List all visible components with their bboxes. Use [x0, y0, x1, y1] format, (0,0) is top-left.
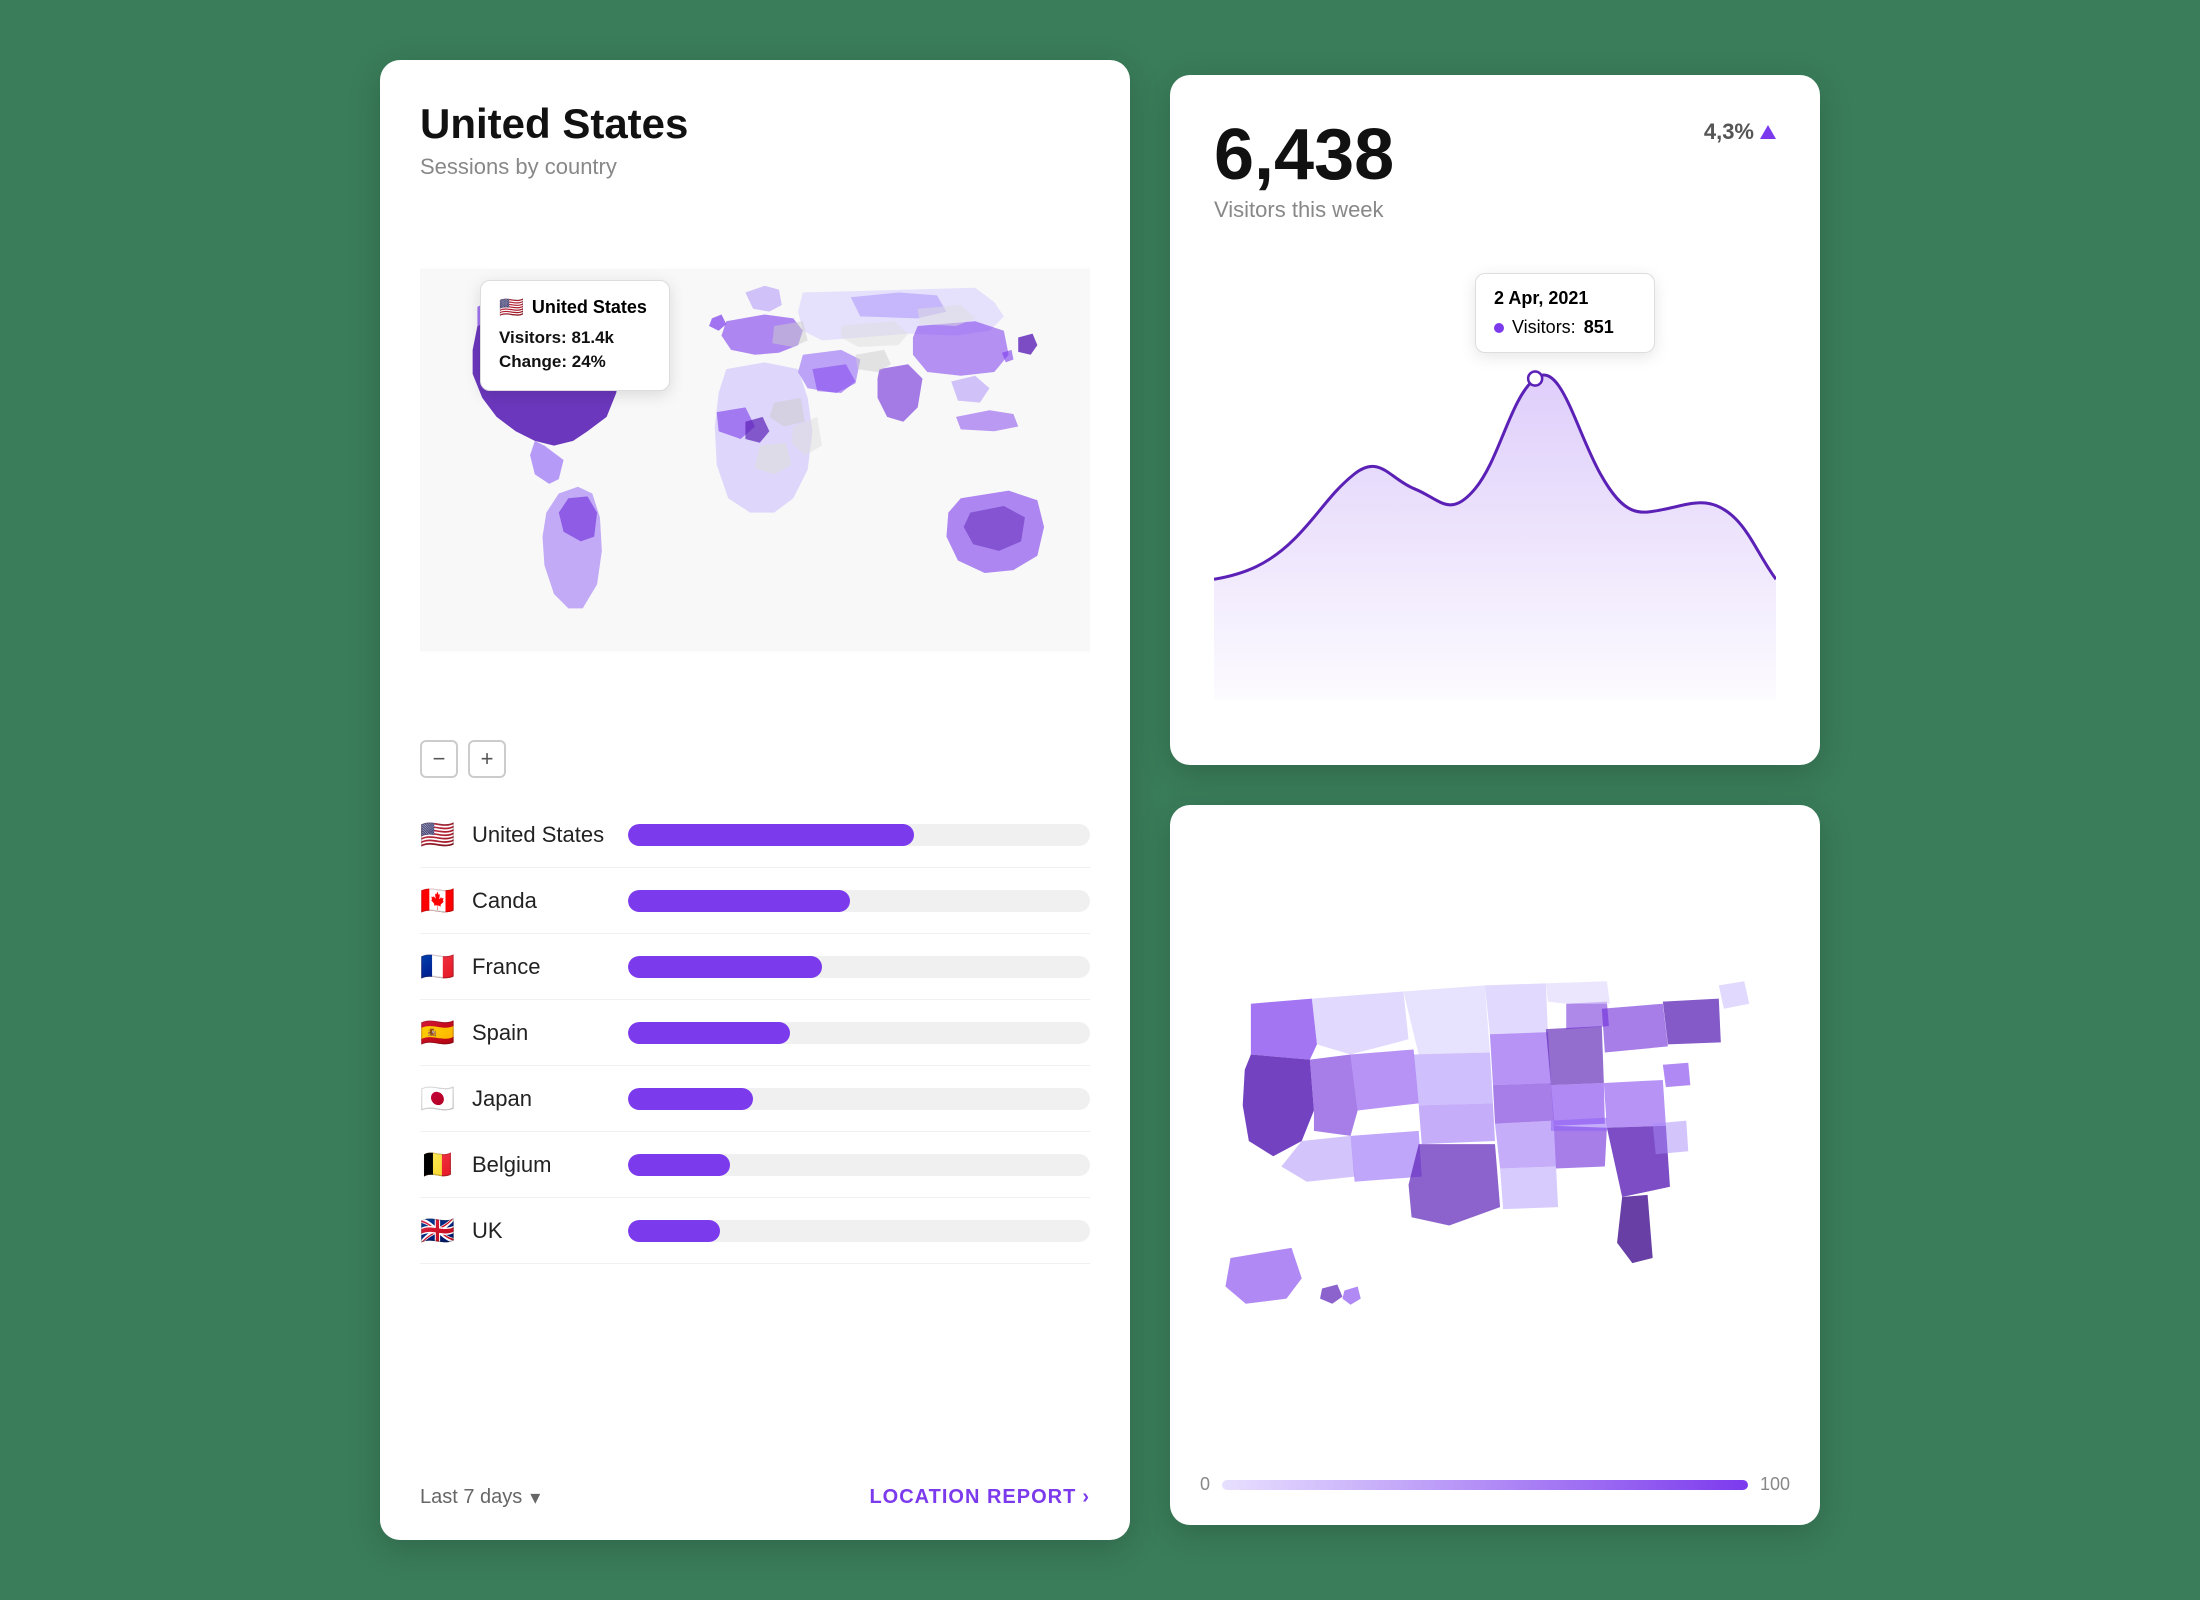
- us-map-card: 0 100: [1170, 805, 1820, 1525]
- card-footer: Last 7 days ▾ LOCATION REPORT ›: [420, 1469, 1090, 1510]
- map-tooltip: 🇺🇸 United States Visitors: 81.4k Change:…: [480, 280, 670, 391]
- page-title: United States: [420, 100, 1090, 148]
- country-flag: 🇬🇧: [420, 1214, 456, 1247]
- country-flag: 🇪🇸: [420, 1016, 456, 1049]
- country-flag: 🇧🇪: [420, 1148, 456, 1181]
- bar-fill: [628, 824, 914, 846]
- bar-fill: [628, 956, 822, 978]
- bar-track: [628, 1022, 1090, 1044]
- country-name: UK: [472, 1218, 612, 1244]
- visitors-header: 6,438 Visitors this week 4,3%: [1214, 119, 1776, 223]
- country-flag: 🇨🇦: [420, 884, 456, 917]
- legend-gradient: [1222, 1480, 1748, 1490]
- country-row: 🇧🇪 Belgium: [420, 1132, 1090, 1198]
- country-list: 🇺🇸 United States 🇨🇦 Canda 🇫🇷 France 🇪🇸 S…: [420, 802, 1090, 1449]
- country-row: 🇪🇸 Spain: [420, 1000, 1090, 1066]
- bar-track: [628, 1088, 1090, 1110]
- tooltip-country: United States: [532, 297, 647, 318]
- country-row: 🇯🇵 Japan: [420, 1066, 1090, 1132]
- chart-tooltip-date: 2 Apr, 2021: [1494, 288, 1636, 309]
- tooltip-visitors: Visitors: 81.4k: [499, 328, 651, 348]
- bar-track: [628, 956, 1090, 978]
- visitors-info: 6,438 Visitors this week: [1214, 119, 1394, 223]
- legend-max-label: 100: [1760, 1474, 1790, 1495]
- dot-icon: [1494, 323, 1504, 333]
- bar-fill: [628, 1220, 720, 1242]
- country-name: France: [472, 954, 612, 980]
- zoom-minus-button[interactable]: −: [420, 740, 458, 778]
- country-row: 🇺🇸 United States: [420, 802, 1090, 868]
- bar-fill: [628, 1022, 790, 1044]
- visitors-count: 6,438: [1214, 119, 1394, 191]
- line-chart-area: 2 Apr, 2021 Visitors: 851: [1214, 253, 1776, 765]
- bar-track: [628, 890, 1090, 912]
- visitors-change: 4,3%: [1704, 119, 1776, 145]
- zoom-controls: − +: [420, 740, 1090, 778]
- date-range-label: Last 7 days: [420, 1486, 522, 1509]
- visitors-label: Visitors this week: [1214, 197, 1394, 223]
- country-name: United States: [472, 822, 612, 848]
- bar-fill: [628, 890, 850, 912]
- world-map-svg: [420, 200, 1090, 720]
- country-name: Spain: [472, 1020, 612, 1046]
- country-flag: 🇫🇷: [420, 950, 456, 983]
- tooltip-flag: 🇺🇸: [499, 295, 524, 320]
- subtitle: Sessions by country: [420, 154, 1090, 180]
- country-flag: 🇯🇵: [420, 1082, 456, 1115]
- zoom-plus-button[interactable]: +: [468, 740, 506, 778]
- location-report-link[interactable]: LOCATION REPORT ›: [869, 1486, 1090, 1509]
- chevron-down-icon: ▾: [530, 1485, 540, 1510]
- chart-tooltip-visitors: Visitors: 851: [1494, 317, 1636, 338]
- country-row: 🇫🇷 France: [420, 934, 1090, 1000]
- chart-tooltip: 2 Apr, 2021 Visitors: 851: [1475, 273, 1655, 353]
- country-name: Belgium: [472, 1152, 612, 1178]
- country-name: Japan: [472, 1086, 612, 1112]
- bar-track: [628, 1220, 1090, 1242]
- tooltip-change: Change: 24%: [499, 352, 651, 372]
- country-row: 🇨🇦 Canda: [420, 868, 1090, 934]
- us-choropleth-svg: [1200, 963, 1790, 1329]
- bar-fill: [628, 1154, 730, 1176]
- legend-min-label: 0: [1200, 1474, 1210, 1495]
- date-range-selector[interactable]: Last 7 days ▾: [420, 1485, 540, 1510]
- world-map-container: 🇺🇸 United States Visitors: 81.4k Change:…: [420, 200, 1090, 720]
- arrow-up-icon: [1760, 125, 1776, 139]
- us-legend: 0 100: [1200, 1474, 1790, 1495]
- us-map-container: [1200, 835, 1790, 1458]
- bar-fill: [628, 1088, 753, 1110]
- left-card: United States Sessions by country: [380, 60, 1130, 1540]
- chevron-right-icon: ›: [1082, 1486, 1090, 1509]
- bar-track: [628, 1154, 1090, 1176]
- right-column: 6,438 Visitors this week 4,3% 2 Apr, 202…: [1170, 75, 1820, 1525]
- bar-track: [628, 824, 1090, 846]
- visitors-card: 6,438 Visitors this week 4,3% 2 Apr, 202…: [1170, 75, 1820, 765]
- country-flag: 🇺🇸: [420, 818, 456, 851]
- country-row: 🇬🇧 UK: [420, 1198, 1090, 1264]
- country-name: Canda: [472, 888, 612, 914]
